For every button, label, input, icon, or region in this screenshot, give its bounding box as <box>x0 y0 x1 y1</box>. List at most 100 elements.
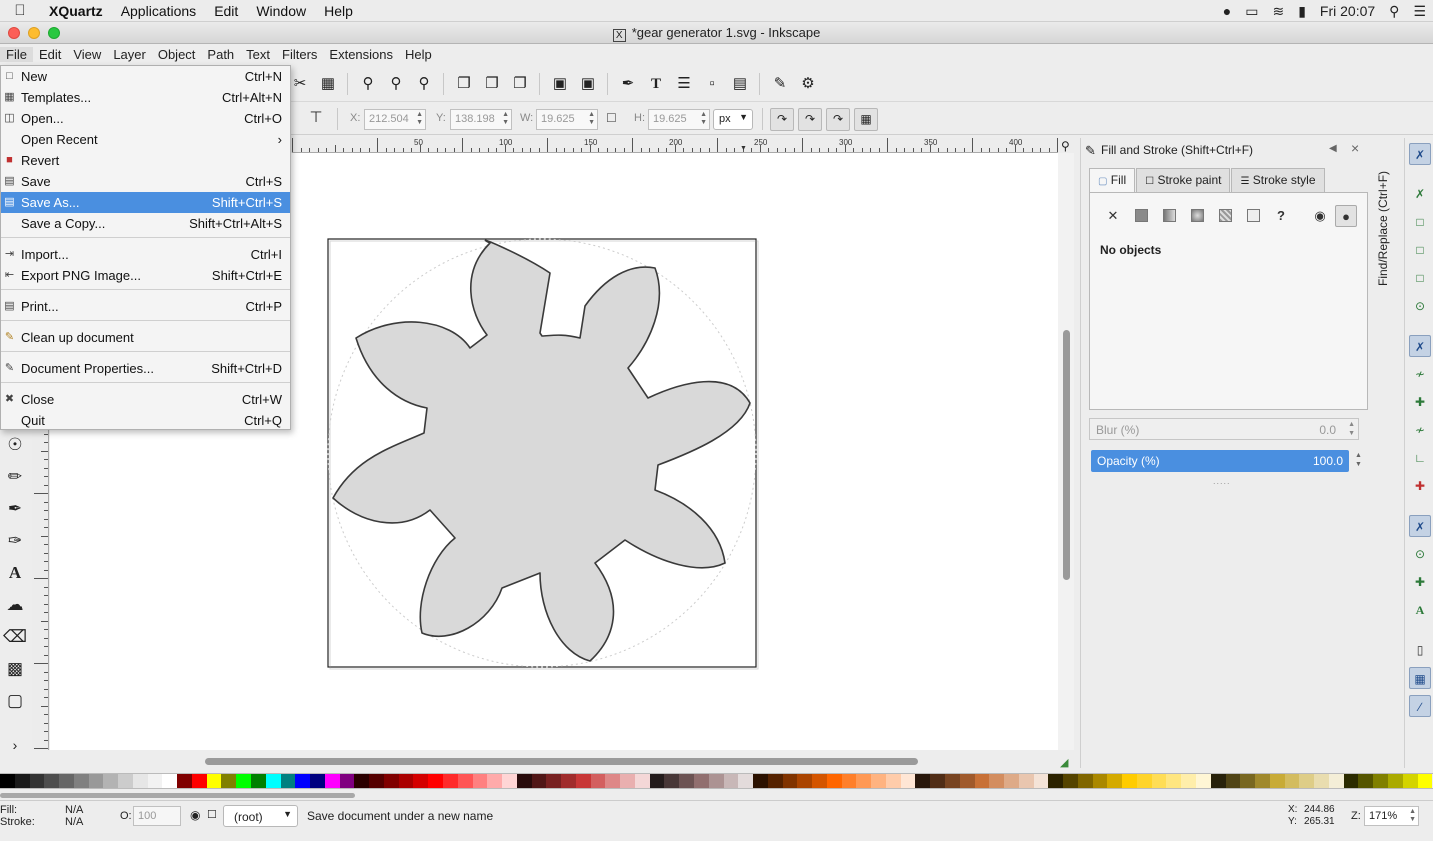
snap-bbox-corner-icon[interactable]: □ <box>1409 239 1431 261</box>
opacity-spin-icon[interactable]: ▲ ▼ <box>1355 451 1362 469</box>
snap-bbox-edge-icon[interactable]: □ <box>1409 211 1431 233</box>
group-icon[interactable]: ▣ <box>550 74 570 94</box>
calligraphy-tool-icon[interactable]: ✑ <box>3 529 27 553</box>
palette-swatch[interactable] <box>1048 774 1064 788</box>
palette-swatch[interactable] <box>1225 774 1241 788</box>
raise-icon[interactable]: ⊤ <box>306 108 326 128</box>
palette-swatch[interactable] <box>708 774 724 788</box>
layers-icon[interactable]: ☰ <box>674 74 694 94</box>
dock-iconify-icon[interactable]: ◀ <box>1329 143 1337 154</box>
horizontal-scroll-thumb[interactable] <box>205 758 918 765</box>
text-tool-icon[interactable]: A <box>3 561 27 585</box>
palette-swatch[interactable] <box>1004 774 1019 788</box>
layer-select[interactable]: (root) ▼ <box>223 805 298 827</box>
zoom-field[interactable]: 171% ▲ ▼ <box>1364 806 1419 826</box>
snap-cusp-nodes-icon[interactable]: ∟ <box>1409 447 1431 469</box>
menu-extensions[interactable]: Extensions <box>323 47 399 62</box>
scale-corners-button[interactable]: ↷ <box>798 108 822 131</box>
snap-bbox-icon[interactable]: ✗ <box>1409 183 1431 205</box>
palette-swatch[interactable] <box>989 774 1005 788</box>
move-gradients-button[interactable]: ↷ <box>826 108 850 131</box>
snap-nodes-icon[interactable]: ✗ <box>1409 335 1431 357</box>
battery-icon[interactable]: ▮ <box>1291 3 1313 20</box>
palette-swatch[interactable] <box>1343 774 1359 788</box>
pen-tool-icon[interactable]: ✒ <box>3 497 27 521</box>
palette-swatch[interactable] <box>413 774 429 788</box>
h-field[interactable]: 19.625 ▲ ▼ <box>648 109 710 130</box>
layer-visibility-icon[interactable]: ◉ <box>190 808 200 822</box>
palette-swatch[interactable] <box>339 774 355 788</box>
menu-object[interactable]: Object <box>152 47 202 62</box>
palette-swatch[interactable] <box>738 774 754 788</box>
palette-swatch[interactable] <box>915 774 931 788</box>
palette-swatch[interactable] <box>177 774 192 788</box>
palette-swatch[interactable] <box>1151 774 1167 788</box>
menu-filters[interactable]: Filters <box>276 47 323 62</box>
palette-swatch[interactable] <box>221 774 237 788</box>
pattern-icon[interactable] <box>1242 205 1264 227</box>
preferences-icon[interactable]: ⚙ <box>798 74 818 94</box>
w-field[interactable]: 19.625 ▲ ▼ <box>536 109 598 130</box>
radial-gradient-icon[interactable] <box>1186 205 1208 227</box>
clone-icon[interactable]: ❐ <box>482 74 502 94</box>
color-palette[interactable] <box>0 773 1433 789</box>
x-field[interactable]: 212.504 ▲ ▼ <box>364 109 426 130</box>
palette-swatch[interactable] <box>797 774 813 788</box>
menu-item-open[interactable]: ◫ Open... Ctrl+O <box>1 108 290 129</box>
palette-swatch[interactable] <box>812 774 827 788</box>
text-font-icon[interactable]: T <box>646 74 666 94</box>
palette-swatch[interactable] <box>959 774 975 788</box>
palette-swatch[interactable] <box>693 774 709 788</box>
paint-bucket-tool-icon[interactable]: ▩ <box>3 657 27 681</box>
palette-swatch[interactable] <box>1181 774 1197 788</box>
tab-stroke-style[interactable]: ☰ Stroke style <box>1231 168 1325 192</box>
palette-swatch[interactable] <box>1328 774 1344 788</box>
menu-item-close[interactable]: ✖ Close Ctrl+W <box>1 389 290 410</box>
palette-swatch[interactable] <box>1284 774 1300 788</box>
fill-rule-evenodd-icon[interactable]: ◉ <box>1309 205 1331 227</box>
palette-swatch[interactable] <box>0 774 15 788</box>
cms-toggle-icon[interactable]: ◢ <box>1060 756 1068 769</box>
menu-item-export-png[interactable]: ⇤ Export PNG Image... Shift+Ctrl+E <box>1 265 290 286</box>
menu-item-print[interactable]: ▤ Print... Ctrl+P <box>1 296 290 317</box>
document-properties-icon[interactable]: ✎ <box>770 74 790 94</box>
spiral-tool-icon[interactable]: ☉ <box>3 433 27 457</box>
palette-swatch[interactable] <box>826 774 842 788</box>
palette-swatch[interactable] <box>398 774 414 788</box>
palette-swatch[interactable] <box>354 774 370 788</box>
unset-paint-icon[interactable]: ? <box>1270 205 1292 227</box>
palette-swatch[interactable] <box>88 774 104 788</box>
pencil-tool-icon[interactable]: ✏ <box>3 465 27 489</box>
palette-swatch[interactable] <box>575 774 591 788</box>
menu-edit[interactable]: Edit <box>33 47 67 62</box>
palette-swatch[interactable] <box>236 774 252 788</box>
palette-swatch[interactable] <box>679 774 694 788</box>
palette-swatch[interactable] <box>930 774 945 788</box>
snap-enable-icon[interactable]: ✗ <box>1409 143 1431 165</box>
spray-tool-icon[interactable]: ☁ <box>3 593 27 617</box>
palette-swatch[interactable] <box>369 774 384 788</box>
tab-stroke-paint[interactable]: ☐ Stroke paint <box>1136 168 1231 192</box>
mac-menu-applications[interactable]: Applications <box>112 3 206 19</box>
palette-swatch[interactable] <box>871 774 886 788</box>
flat-color-icon[interactable] <box>1130 205 1152 227</box>
snap-object-center-icon[interactable]: ⊙ <box>1409 543 1431 565</box>
fill-stroke-icon[interactable]: ✒ <box>618 74 638 94</box>
palette-swatch[interactable] <box>59 774 74 788</box>
palette-swatch[interactable] <box>1033 774 1049 788</box>
notification-center-icon[interactable]: ☰ <box>1406 3 1433 20</box>
tab-fill[interactable]: ▢ Fill <box>1089 168 1136 192</box>
layer-lock-icon[interactable]: ☐ <box>207 808 217 821</box>
palette-swatch[interactable] <box>945 774 960 788</box>
menu-help[interactable]: Help <box>399 47 438 62</box>
align-distribute-icon[interactable]: ▤ <box>730 74 750 94</box>
palette-swatch[interactable] <box>295 774 311 788</box>
fill-indicator-value[interactable]: N/A <box>65 804 83 816</box>
snap-bbox-center-icon[interactable]: ⊙ <box>1409 295 1431 317</box>
palette-swatch[interactable] <box>442 774 458 788</box>
spotlight-icon[interactable]: ⚲ <box>1382 3 1406 20</box>
fill-rule-nonzero-icon[interactable]: ● <box>1335 205 1357 227</box>
palette-swatch[interactable] <box>206 774 222 788</box>
palette-swatch[interactable] <box>546 774 562 788</box>
menu-item-save[interactable]: ▤ Save Ctrl+S <box>1 171 290 192</box>
